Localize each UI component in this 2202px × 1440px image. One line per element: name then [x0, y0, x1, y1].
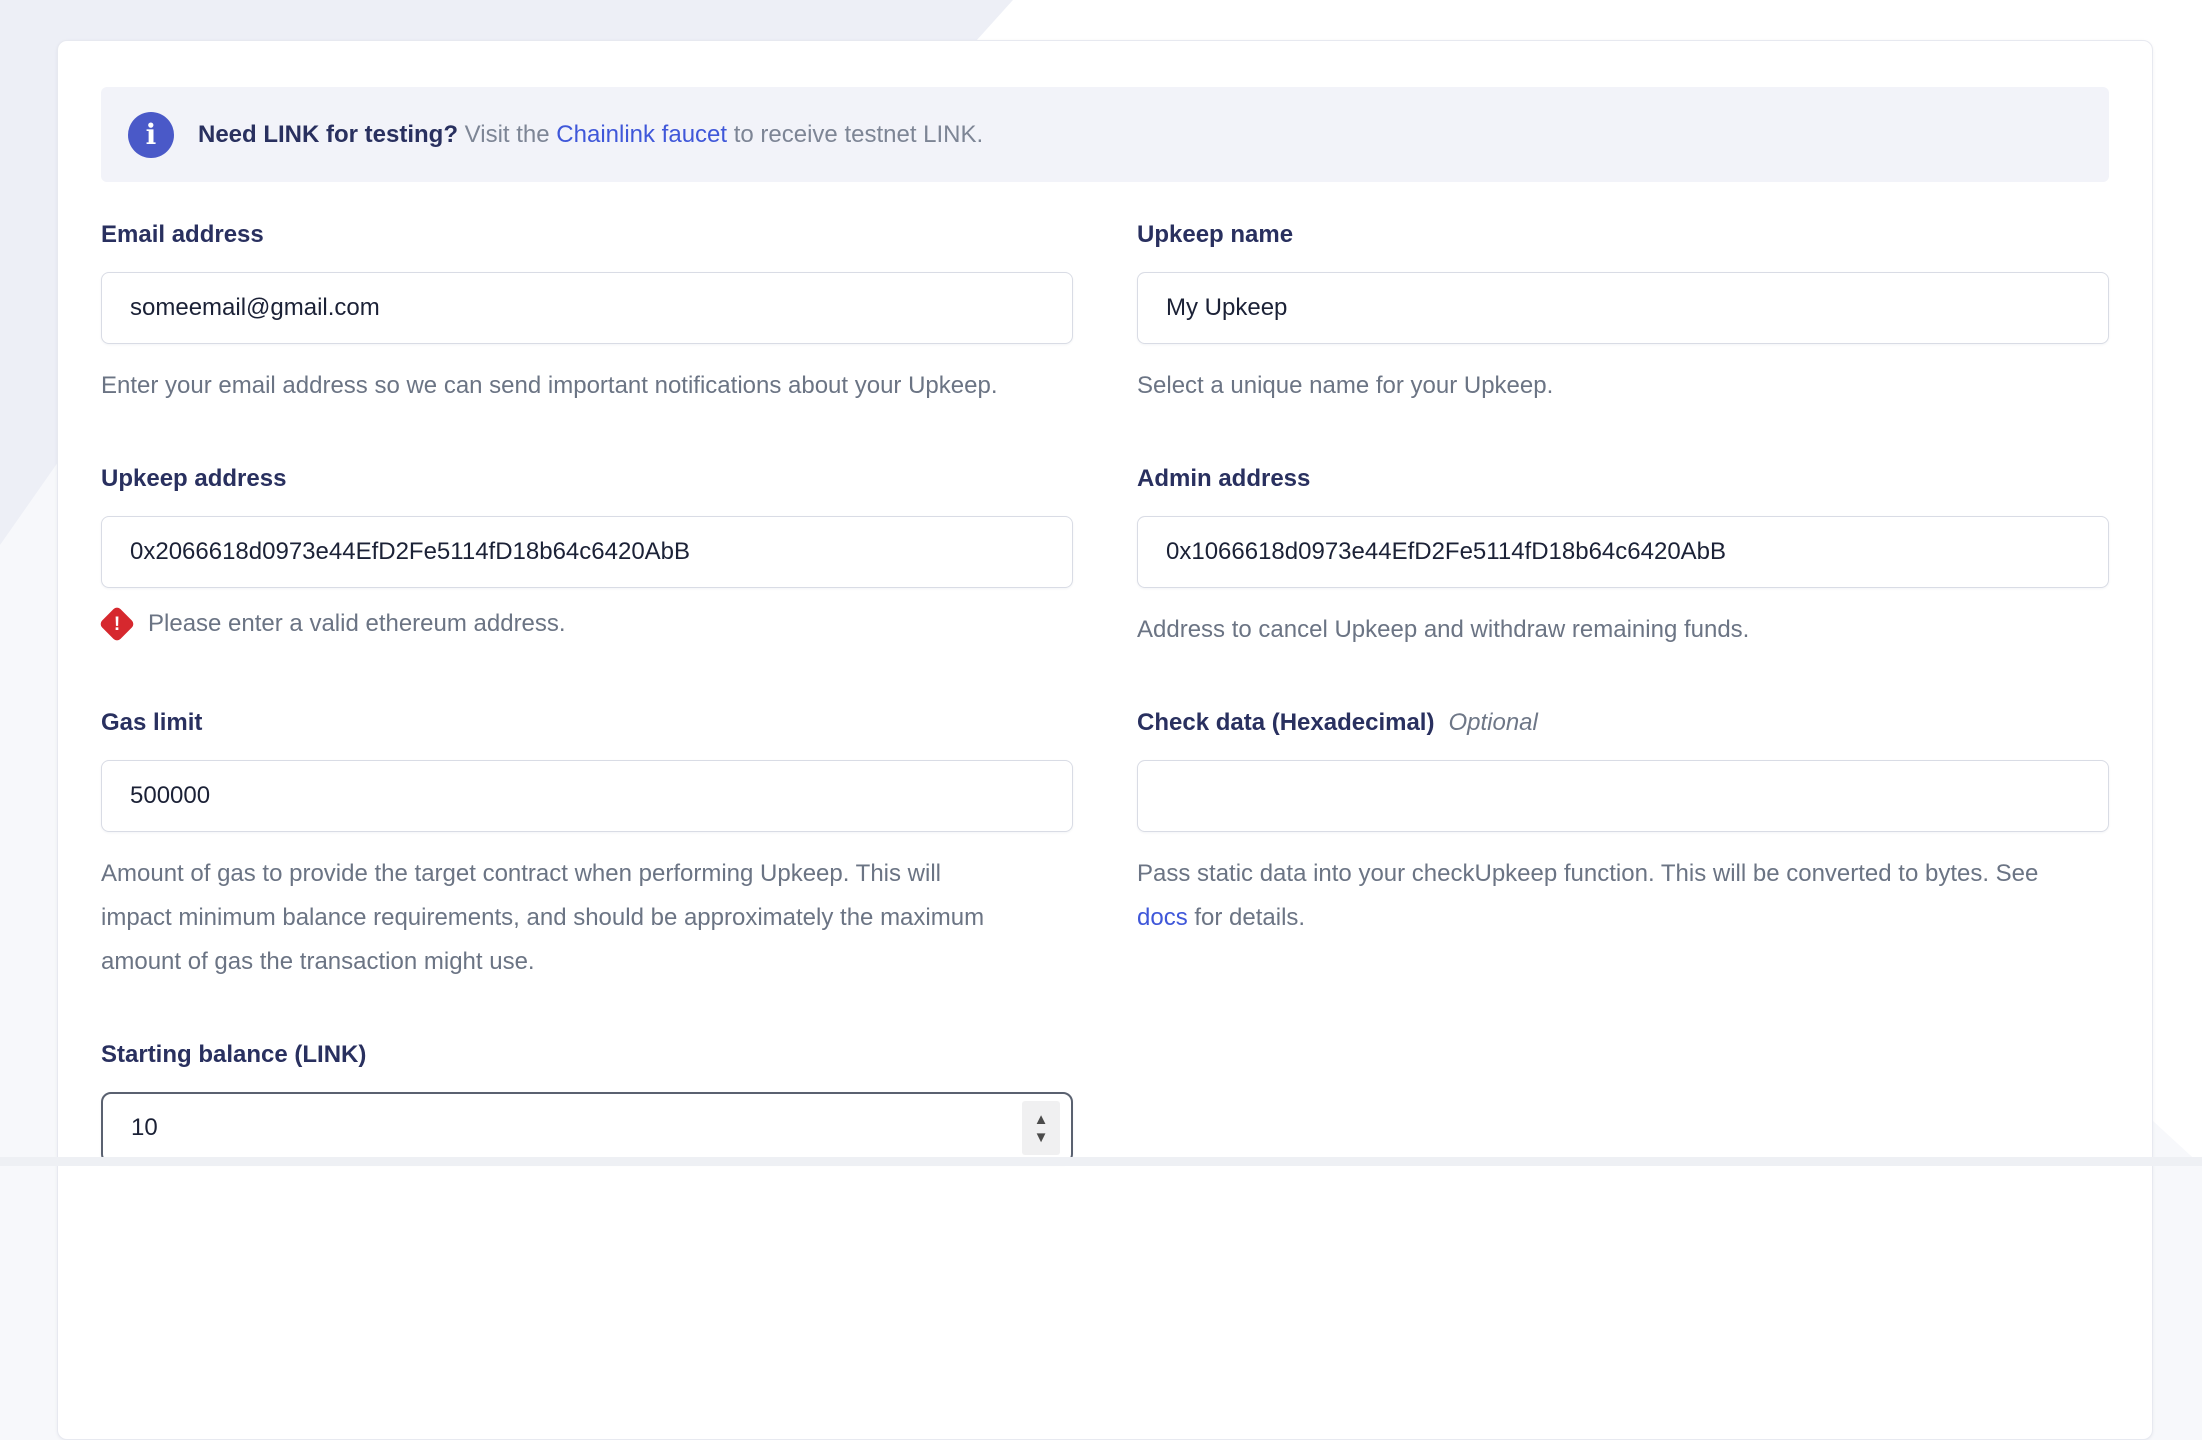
chainlink-faucet-link[interactable]: Chainlink faucet	[556, 121, 727, 148]
info-icon-glyph: i	[145, 117, 157, 151]
admin-address-helper: Address to cancel Upkeep and withdraw re…	[1137, 616, 1750, 643]
info-banner: i Need LINK for testing? Visit the Chain…	[101, 87, 2109, 182]
field-upkeep-name: Upkeep name Select a unique name for you…	[1137, 220, 2109, 408]
admin-address-input[interactable]	[1137, 516, 2109, 588]
field-starting-balance: Starting balance (LINK) ▲ ▼	[101, 1040, 1073, 1164]
banner-text-post: to receive testnet LINK.	[727, 120, 984, 148]
starting-balance-input-wrap: ▲ ▼	[101, 1092, 1073, 1164]
starting-balance-label: Starting balance (LINK)	[101, 1041, 367, 1068]
field-check-data: Check data (Hexadecimal) Optional Pass s…	[1137, 708, 2109, 984]
check-data-label: Check data (Hexadecimal) Optional	[1137, 708, 2109, 738]
field-admin-address: Admin address Address to cancel Upkeep a…	[1137, 464, 2109, 652]
upkeep-address-error-text: Please enter a valid ethereum address.	[148, 610, 566, 637]
empty-grid-cell	[1137, 1040, 2109, 1164]
upkeep-address-error: ! Please enter a valid ethereum address.	[98, 605, 1073, 643]
check-data-helper-post: for details.	[1187, 904, 1306, 931]
banner-text: Need LINK for testing? Visit the Chainli…	[198, 121, 983, 149]
check-data-label-text: Check data (Hexadecimal)	[1137, 709, 1435, 736]
starting-balance-input[interactable]	[101, 1092, 1073, 1164]
stepper-down-button[interactable]: ▼	[1034, 1130, 1049, 1145]
upkeep-form: Email address Enter your email address s…	[98, 220, 2109, 1164]
error-icon-glyph: !	[113, 613, 121, 635]
gas-limit-helper: Amount of gas to provide the target cont…	[101, 860, 985, 975]
gas-limit-input[interactable]	[101, 760, 1073, 832]
banner-question: Need LINK for testing?	[198, 120, 459, 148]
banner-text-pre: Visit the	[458, 120, 557, 148]
email-helper: Enter your email address so we can send …	[101, 372, 998, 399]
upkeep-address-label: Upkeep address	[101, 465, 287, 492]
gas-limit-label: Gas limit	[101, 709, 203, 736]
admin-address-label: Admin address	[1137, 465, 1311, 492]
field-gas-limit: Gas limit Amount of gas to provide the t…	[101, 708, 1073, 984]
check-data-helper-pre: Pass static data into your checkUpkeep f…	[1137, 860, 2039, 887]
upkeep-name-helper: Select a unique name for your Upkeep.	[1137, 372, 1554, 399]
number-stepper: ▲ ▼	[1022, 1101, 1060, 1155]
stepper-up-button[interactable]: ▲	[1034, 1112, 1049, 1127]
check-data-input[interactable]	[1137, 760, 2109, 832]
register-upkeep-card: i Need LINK for testing? Visit the Chain…	[57, 40, 2153, 1440]
field-upkeep-address: Upkeep address ! Please enter a valid et…	[98, 464, 1073, 652]
horizontal-scrollbar-track[interactable]	[0, 1157, 2202, 1166]
upkeep-name-label: Upkeep name	[1137, 221, 1294, 248]
email-input[interactable]	[101, 272, 1073, 344]
info-icon: i	[128, 111, 174, 158]
check-data-helper: Pass static data into your checkUpkeep f…	[1137, 852, 2109, 940]
upkeep-name-input[interactable]	[1137, 272, 2109, 344]
upkeep-address-input[interactable]	[101, 516, 1073, 588]
check-data-optional-tag: Optional	[1448, 709, 1538, 736]
docs-link[interactable]: docs	[1137, 904, 1188, 931]
field-email: Email address Enter your email address s…	[101, 220, 1073, 408]
error-icon: !	[98, 605, 136, 643]
email-label: Email address	[101, 221, 264, 248]
